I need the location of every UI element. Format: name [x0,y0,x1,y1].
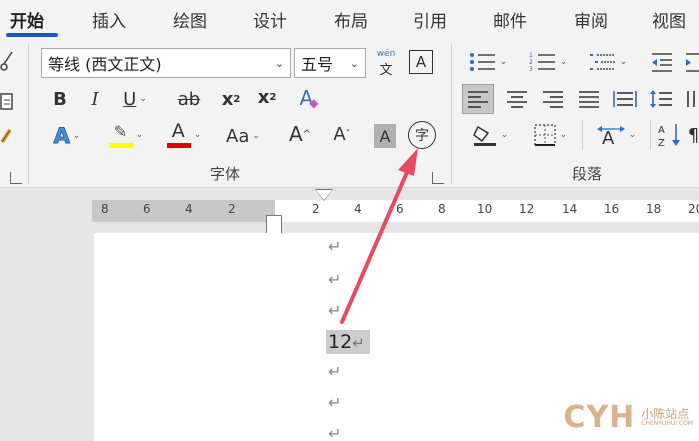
watermark-logo: CYH [563,400,636,435]
watermark: CYH 小陈站点 CHENYUHUI.COM [563,400,693,435]
watermark-en: CHENYUHUI.COM [641,420,693,427]
watermark-cn: 小陈站点 [641,407,690,421]
annotation-arrow [340,148,418,324]
